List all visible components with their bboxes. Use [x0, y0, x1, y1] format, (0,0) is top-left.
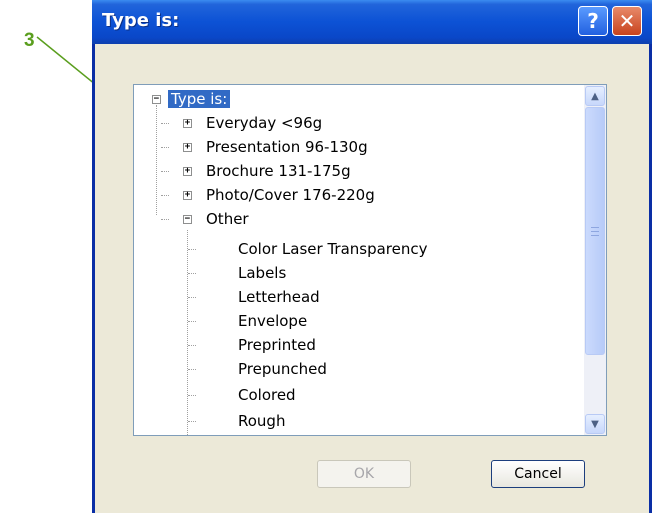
- tree-line: [188, 369, 196, 370]
- chevron-down-icon: ▼: [591, 418, 599, 430]
- collapse-other-icon[interactable]: −: [183, 215, 192, 224]
- type-dialog: Type is: ? ✕ − Type is: + Everyday <96g …: [92, 0, 652, 513]
- tree-line-other: [187, 230, 188, 435]
- tree-line: [188, 249, 196, 250]
- tree-line: [188, 421, 196, 422]
- tree-node-letterhead[interactable]: Letterhead: [238, 285, 320, 309]
- tree-node-prepunched[interactable]: Prepunched: [238, 357, 327, 381]
- tree-line: [188, 395, 196, 396]
- tree-line: [188, 321, 196, 322]
- tree-node-other[interactable]: Other: [206, 207, 249, 231]
- paper-type-tree[interactable]: − Type is: + Everyday <96g + Presentatio…: [133, 84, 607, 436]
- expand-everyday-icon[interactable]: +: [183, 119, 192, 128]
- tree-line: [188, 345, 196, 346]
- tree-node-labels[interactable]: Labels: [238, 261, 286, 285]
- cancel-button[interactable]: Cancel: [491, 460, 585, 488]
- tree-node-envelope[interactable]: Envelope: [238, 309, 307, 333]
- tree-line: [188, 273, 196, 274]
- tree-line: [188, 297, 196, 298]
- grip-icon: [591, 226, 599, 236]
- tree-node-photo-cover[interactable]: Photo/Cover 176-220g: [206, 183, 375, 207]
- expand-photo-cover-icon[interactable]: +: [183, 191, 192, 200]
- close-icon: ✕: [618, 9, 636, 33]
- tree-node-everyday[interactable]: Everyday <96g: [206, 111, 322, 135]
- tree-line: [161, 171, 169, 172]
- tree-node-colored[interactable]: Colored: [238, 383, 296, 407]
- tree-node-rough[interactable]: Rough: [238, 409, 285, 433]
- tree-node-brochure[interactable]: Brochure 131-175g: [206, 159, 351, 183]
- tree-node-root[interactable]: Type is:: [168, 87, 231, 111]
- help-icon: ?: [587, 9, 599, 33]
- tree-content: − Type is: + Everyday <96g + Presentatio…: [134, 85, 584, 435]
- scroll-down-button[interactable]: ▼: [585, 414, 605, 434]
- tree-node-color-laser-transparency[interactable]: Color Laser Transparency: [238, 237, 428, 261]
- scroll-up-button[interactable]: ▲: [585, 86, 605, 106]
- help-button[interactable]: ?: [578, 6, 608, 36]
- close-button[interactable]: ✕: [612, 6, 642, 36]
- chevron-up-icon: ▲: [591, 90, 599, 102]
- tree-line-root: [156, 105, 157, 215]
- dialog-title: Type is:: [102, 10, 180, 31]
- tree-node-preprinted[interactable]: Preprinted: [238, 333, 316, 357]
- tree-scrollbar[interactable]: ▲ ▼: [584, 85, 606, 435]
- ok-button[interactable]: OK: [317, 460, 411, 488]
- tree-line: [161, 123, 169, 124]
- expand-brochure-icon[interactable]: +: [183, 167, 192, 176]
- tree-node-label: Type is:: [168, 90, 231, 108]
- expand-presentation-icon[interactable]: +: [183, 143, 192, 152]
- collapse-root-icon[interactable]: −: [152, 95, 161, 104]
- scroll-thumb[interactable]: [585, 107, 605, 355]
- tree-node-presentation[interactable]: Presentation 96-130g: [206, 135, 368, 159]
- callout-number: 3: [24, 30, 35, 51]
- tree-line: [161, 147, 169, 148]
- tree-line: [161, 195, 169, 196]
- title-bar[interactable]: Type is: ? ✕: [92, 0, 652, 44]
- tree-line: [161, 219, 169, 220]
